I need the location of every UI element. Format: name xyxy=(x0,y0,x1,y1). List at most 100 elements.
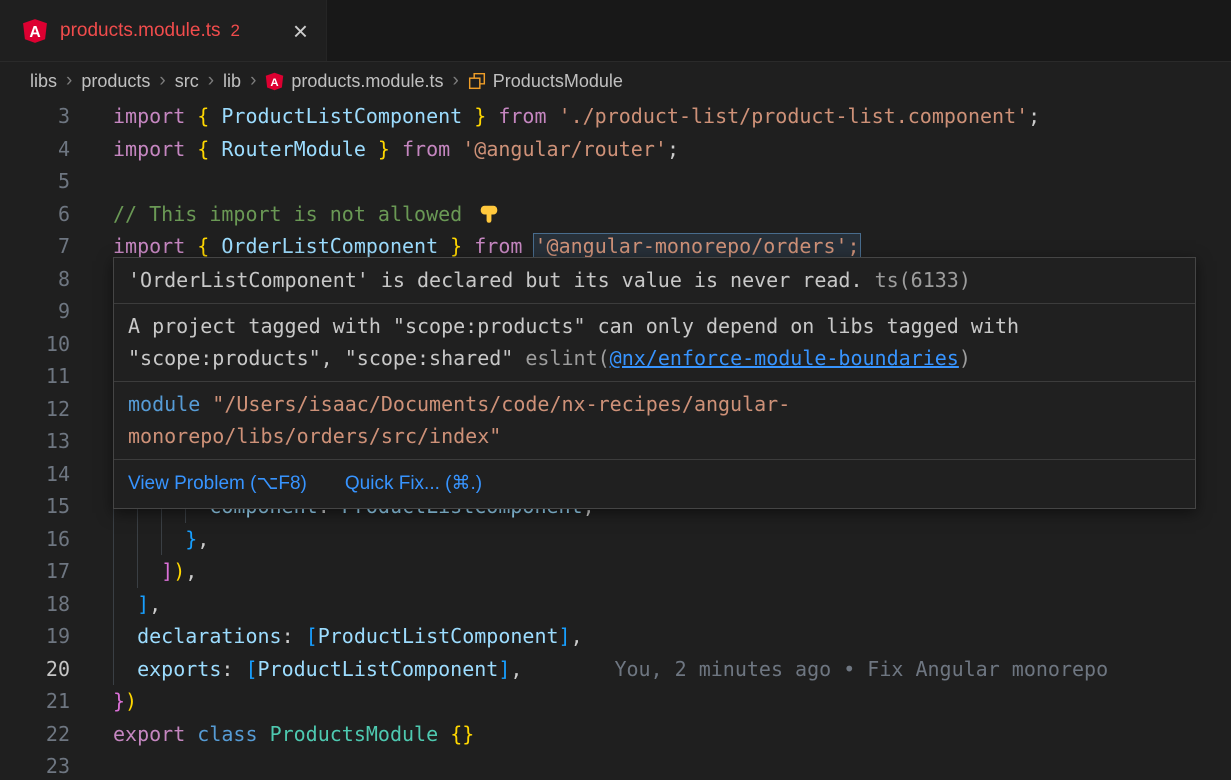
code-line-20[interactable]: 20 exports: [ProductListComponent], You, 2… xyxy=(0,653,1231,686)
tab-label: products.module.ts xyxy=(60,20,221,42)
ts-error-text: 'OrderListComponent' is declared but its… xyxy=(128,268,863,292)
token xyxy=(450,137,462,161)
token: } xyxy=(474,104,486,128)
view-problem-link[interactable]: View Problem (⌥F8) xyxy=(128,468,307,501)
line-number: 18 xyxy=(0,588,70,621)
breadcrumb-item-src[interactable]: src xyxy=(175,71,199,92)
code-text: import { ProductListComponent } from './… xyxy=(113,104,1040,128)
svg-text:A: A xyxy=(29,23,40,40)
code-line-22[interactable]: 22export class ProductsModule {} xyxy=(0,718,1231,751)
token: : xyxy=(221,657,245,681)
line-number: 23 xyxy=(0,750,70,780)
token: { xyxy=(197,137,209,161)
module-path-line2: monorepo/libs/orders/src/index" xyxy=(128,424,501,448)
svg-text:A: A xyxy=(271,76,279,88)
code-text: }, xyxy=(113,527,209,551)
token: '@angular/router' xyxy=(462,137,667,161)
line-number: 9 xyxy=(0,295,70,328)
line-number: 20 xyxy=(0,653,70,686)
token xyxy=(113,620,137,653)
tab-error-count-badge: 2 xyxy=(231,21,240,41)
code-line-18[interactable]: 18], xyxy=(0,588,1231,621)
line-number: 19 xyxy=(0,620,70,653)
token: ProductListComponent xyxy=(318,624,559,648)
eslint-rule-link[interactable]: @nx/enforce-module-boundaries xyxy=(610,346,959,370)
line-number: 5 xyxy=(0,165,70,198)
token xyxy=(185,104,197,128)
token: , xyxy=(149,592,161,616)
token: '@angular-monorepo/orders'; xyxy=(534,234,859,258)
code-line-5[interactable]: 5 xyxy=(0,165,1231,198)
line-number: 15 xyxy=(0,490,70,523)
token xyxy=(438,722,450,746)
token xyxy=(113,653,137,686)
eslint-error-line2: "scope:products", "scope:shared" xyxy=(128,346,525,370)
breadcrumb-separator-icon: › xyxy=(66,70,72,92)
code-text: ], xyxy=(113,592,161,616)
breadcrumb: libs›products›src›lib›Aproducts.module.t… xyxy=(0,62,1231,100)
token: import xyxy=(113,104,185,128)
line-number: 17 xyxy=(0,555,70,588)
code-line-16[interactable]: 16}, xyxy=(0,523,1231,556)
code-text: import { RouterModule } from '@angular/r… xyxy=(113,137,679,161)
code-text: export class ProductsModule {} xyxy=(113,722,474,746)
code-line-21[interactable]: 21}) xyxy=(0,685,1231,718)
breadcrumb-item-products[interactable]: products xyxy=(81,71,150,92)
breadcrumb-label: products.module.ts xyxy=(291,71,443,92)
breadcrumb-separator-icon: › xyxy=(452,70,458,92)
token: ProductListComponent xyxy=(258,657,499,681)
code-editor[interactable]: 3 import { ProductListComponent } from '.… xyxy=(0,100,1231,780)
breadcrumb-item-products-module-ts[interactable]: Aproducts.module.ts xyxy=(265,71,443,92)
quick-fix-link[interactable]: Quick Fix... (⌘.) xyxy=(345,468,482,501)
token: from xyxy=(474,234,522,258)
code-text: ]), xyxy=(113,559,197,583)
line-number: 3 xyxy=(0,100,70,133)
token: ; xyxy=(667,137,679,161)
token: , xyxy=(197,527,209,551)
breadcrumb-label: products xyxy=(81,71,150,92)
git-blame-annotation: You, 2 minutes ago • Fix Angular monorep… xyxy=(614,657,1108,681)
token: './product-list/product-list.component' xyxy=(559,104,1029,128)
code-line-6[interactable]: 6// This import is not allowed xyxy=(0,198,1231,231)
tab-products-module[interactable]: A products.module.ts 2 × xyxy=(0,0,327,61)
code-text: import { OrderListComponent } from '@ang… xyxy=(113,234,860,258)
breadcrumb-label: libs xyxy=(30,71,57,92)
line-number: 4 xyxy=(0,133,70,166)
breadcrumb-item-libs[interactable]: libs xyxy=(30,71,57,92)
token xyxy=(258,722,270,746)
token xyxy=(486,104,498,128)
breadcrumb-item-productsmodule[interactable]: ProductsModule xyxy=(468,71,623,92)
token: ProductListComponent xyxy=(209,104,474,128)
token xyxy=(137,555,161,588)
code-line-17[interactable]: 17]), xyxy=(0,555,1231,588)
eslint-error-message: A project tagged with "scope:products" c… xyxy=(114,304,1195,382)
code-line-4[interactable]: 4 import { RouterModule } from '@angular/… xyxy=(0,133,1231,166)
token: ; xyxy=(1028,104,1040,128)
code-line-3[interactable]: 3 import { ProductListComponent } from '.… xyxy=(0,100,1231,133)
module-keyword: module xyxy=(128,392,200,416)
close-tab-icon[interactable]: × xyxy=(277,18,308,44)
angular-icon: A xyxy=(265,72,284,91)
breadcrumb-label: lib xyxy=(223,71,241,92)
error-hover-popup: 'OrderListComponent' is declared but its… xyxy=(113,257,1196,509)
code-text: // This import is not allowed xyxy=(113,202,500,226)
breadcrumb-separator-icon: › xyxy=(159,70,165,92)
line-number: 7 xyxy=(0,230,70,263)
token: [ xyxy=(306,624,318,648)
code-text: }) xyxy=(113,689,137,713)
token: , xyxy=(510,657,522,681)
line-number: 14 xyxy=(0,458,70,491)
breadcrumb-item-lib[interactable]: lib xyxy=(223,71,241,92)
breadcrumb-label: ProductsModule xyxy=(493,71,623,92)
line-number: 16 xyxy=(0,523,70,556)
ts-error-code: ts(6133) xyxy=(875,268,971,292)
code-line-23[interactable]: 23 xyxy=(0,750,1231,780)
token: import xyxy=(113,234,185,258)
token: ] xyxy=(161,559,173,583)
token: } xyxy=(378,137,390,161)
token xyxy=(185,722,197,746)
code-line-19[interactable]: 19declarations: [ProductListComponent], xyxy=(0,620,1231,653)
token: OrderListComponent xyxy=(209,234,450,258)
token: from xyxy=(402,137,450,161)
code-text: exports: [ProductListComponent], xyxy=(113,657,522,681)
